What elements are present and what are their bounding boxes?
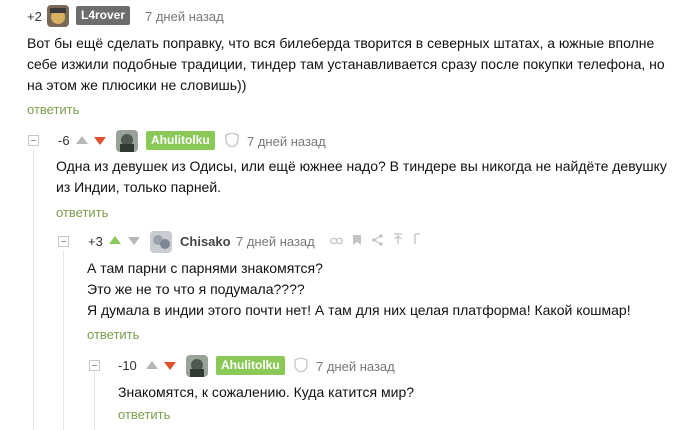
upvote-icon[interactable] (109, 236, 121, 244)
author-badge[interactable]: L4rover (76, 6, 131, 25)
text-line: Одна из девушек из Одисы, или ещё южнее … (56, 158, 667, 174)
text-line: себе изжили подобные традиции, тиндер та… (27, 56, 665, 72)
text-line: из Индии, только парней. (56, 179, 222, 195)
collapse-icon[interactable] (28, 135, 39, 146)
avatar[interactable] (186, 355, 208, 377)
upvote-icon[interactable] (76, 136, 88, 144)
downvote-icon[interactable] (128, 237, 140, 245)
comment-text: Вот бы ещё сделать поправку, что вся бил… (27, 33, 697, 96)
comment-rating: -10 (118, 358, 137, 373)
comment-text: А там парни с парнями знакомятся? Это же… (87, 258, 697, 321)
text-line: Я думала в индии этого почти нет! А там … (87, 302, 631, 318)
collapse-icon[interactable] (89, 360, 100, 371)
reply-link[interactable]: ответить (87, 327, 139, 342)
upvote-icon[interactable] (146, 361, 158, 369)
bookmark-icon[interactable] (352, 234, 362, 249)
comment-rating: -6 (58, 133, 70, 148)
reply-icon[interactable] (412, 233, 422, 248)
thread-line-level1 (33, 150, 34, 430)
collapse-icon[interactable] (58, 236, 69, 247)
reply-link[interactable]: ответить (56, 205, 108, 220)
shield-icon (225, 132, 239, 153)
share-icon[interactable] (372, 234, 383, 249)
comment-rating: +2 (27, 9, 42, 24)
comment-text: Знакомятся, к сожалению. Куда катится ми… (118, 382, 688, 403)
avatar[interactable] (47, 5, 69, 27)
comment-time[interactable]: 7 дней назад (247, 134, 326, 149)
author-name[interactable]: Chisako (180, 234, 231, 249)
text-line: на этом же плюсики не словишь)) (27, 77, 247, 93)
text-line: А там парни с парнями знакомятся? (87, 260, 323, 276)
downvote-icon[interactable] (94, 137, 106, 145)
comment-text: Одна из девушек из Одисы, или ещё южнее … (56, 156, 696, 198)
link-icon[interactable] (330, 235, 343, 249)
reply-link[interactable]: ответить (27, 102, 79, 117)
text-line: Знакомятся, к сожалению. Куда катится ми… (118, 384, 415, 400)
avatar[interactable] (150, 231, 172, 253)
thread-line-level3 (94, 370, 95, 430)
author-badge[interactable]: Ahulitolku (146, 131, 215, 150)
downvote-icon[interactable] (164, 362, 176, 370)
text-line: Это же не то что я подумала???? (87, 281, 305, 297)
avatar[interactable] (116, 130, 138, 152)
shield-icon (294, 357, 308, 378)
reply-link[interactable]: ответить (118, 407, 170, 422)
text-line: Вот бы ещё сделать поправку, что вся бил… (27, 35, 655, 51)
comment-time[interactable]: 7 дней назад (236, 234, 315, 249)
comment-time[interactable]: 7 дней назад (316, 359, 395, 374)
arrow-up-icon[interactable] (393, 233, 403, 248)
author-badge[interactable]: Ahulitolku (216, 356, 285, 375)
thread-line-level2 (63, 250, 64, 430)
comment-time[interactable]: 7 дней назад (145, 9, 224, 24)
comment-rating: +3 (88, 234, 103, 249)
